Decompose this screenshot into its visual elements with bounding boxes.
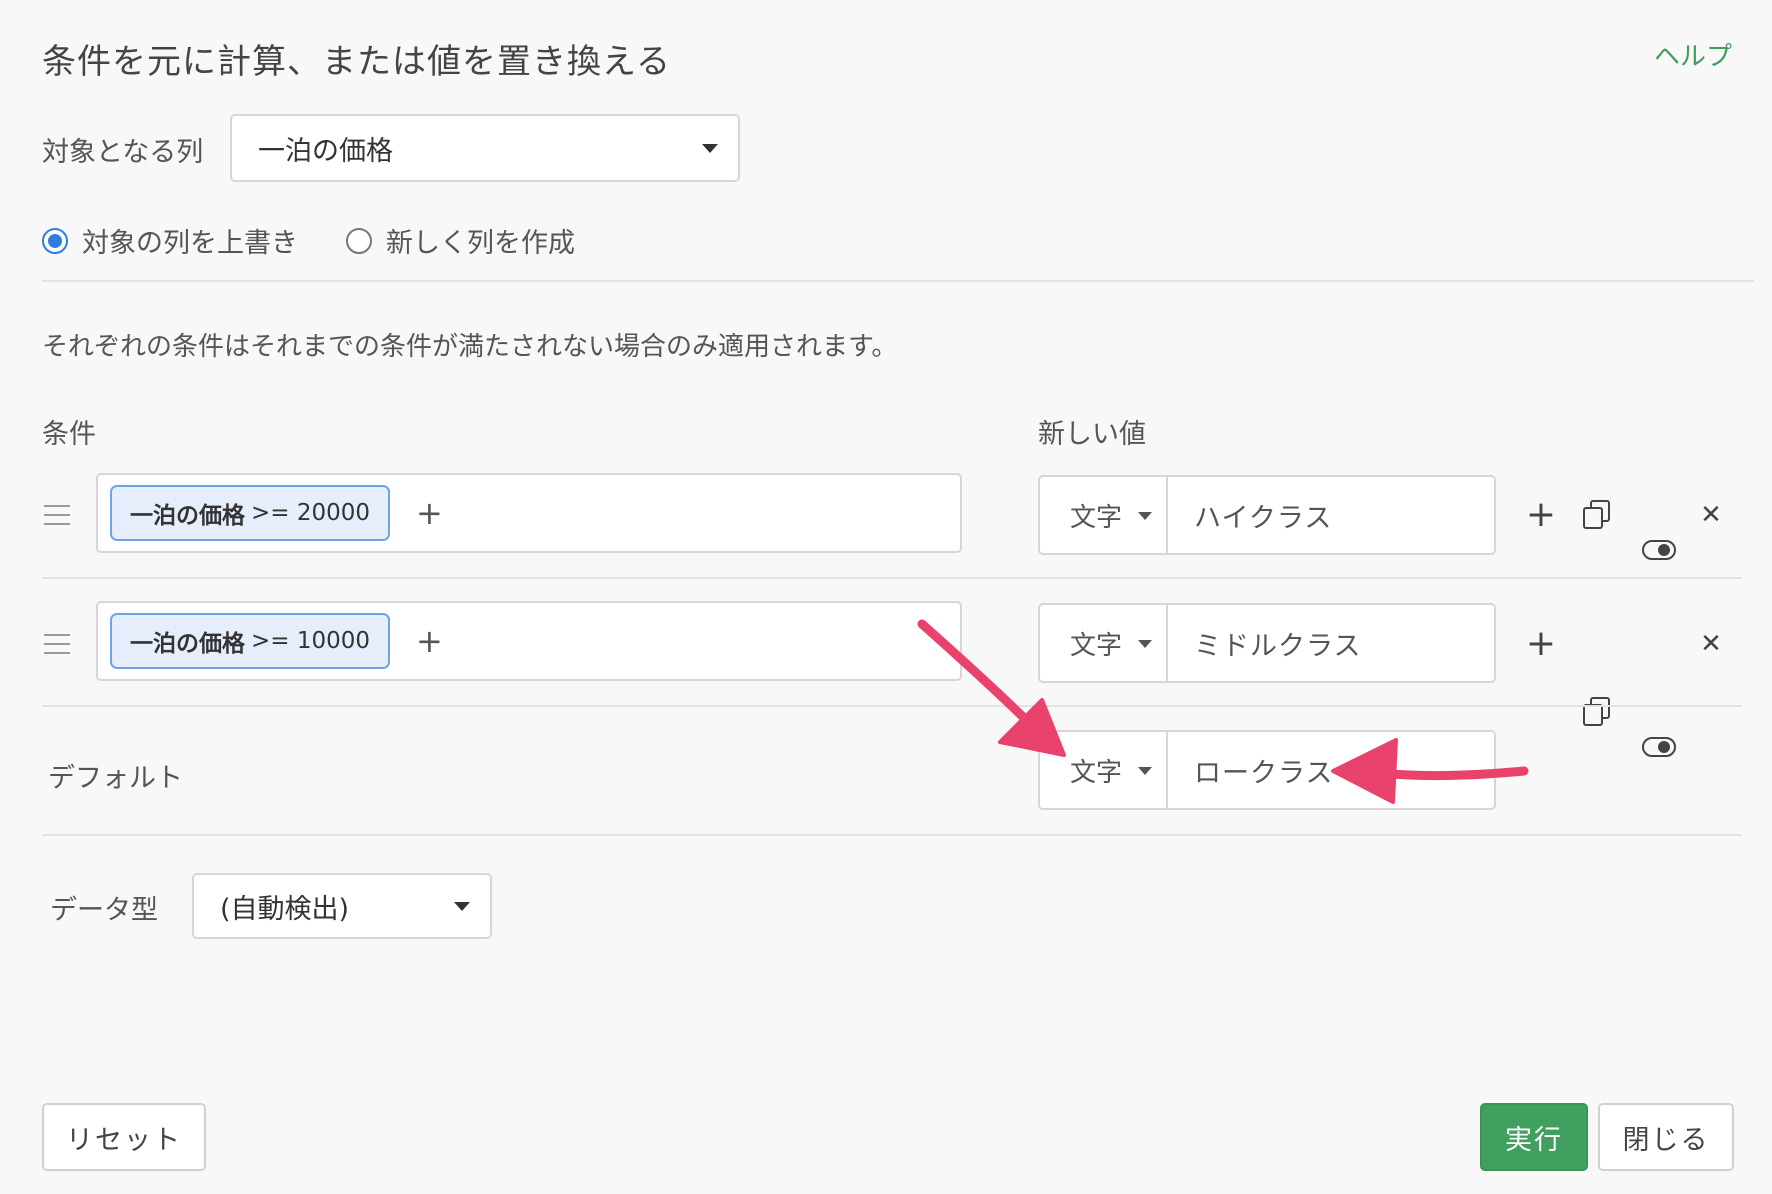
divider: [42, 280, 1754, 282]
data-type-value: (自動検出): [220, 893, 350, 925]
radio-new-column[interactable]: 新しく列を作成: [346, 221, 575, 260]
radio-on-icon: [42, 227, 68, 254]
close-button[interactable]: 閉じる: [1598, 1103, 1734, 1171]
target-column-value: 一泊の価格: [258, 135, 393, 167]
add-rule-icon[interactable]: [1524, 498, 1558, 532]
default-value-input[interactable]: ロークラス: [1168, 732, 1494, 808]
radio-new-column-label: 新しく列を作成: [386, 228, 575, 259]
chevron-down-icon: [454, 902, 470, 911]
default-label: デフォルト: [48, 763, 183, 794]
add-rule-icon[interactable]: [1524, 627, 1558, 661]
copy-icon[interactable]: [1580, 695, 1614, 729]
new-value-field[interactable]: 文字 ハイクラス: [1038, 475, 1496, 555]
add-condition-button[interactable]: +: [416, 622, 443, 660]
value-input[interactable]: ハイクラス: [1168, 477, 1494, 553]
new-value-field[interactable]: 文字 ミドルクラス: [1038, 603, 1496, 683]
condition-expression: >= 10000: [251, 628, 371, 654]
radio-off-icon: [346, 227, 372, 254]
chevron-down-icon: [1138, 767, 1152, 775]
radio-overwrite-label: 対象の列を上書き: [82, 228, 298, 259]
value-type-select[interactable]: 文字: [1040, 732, 1168, 808]
value-type-label: 文字: [1070, 757, 1123, 788]
divider: [42, 834, 1742, 836]
target-column-select[interactable]: 一泊の価格: [230, 114, 740, 182]
drag-handle-icon[interactable]: [44, 634, 70, 661]
condition-header: 条件: [42, 419, 96, 450]
default-value-field[interactable]: 文字 ロークラス: [1038, 730, 1496, 810]
new-value-header: 新しい値: [1038, 419, 1146, 450]
data-type-select[interactable]: (自動検出): [192, 873, 492, 939]
condition-box[interactable]: 一泊の価格 >= 20000 +: [96, 473, 962, 553]
radio-overwrite[interactable]: 対象の列を上書き: [42, 221, 298, 260]
condition-chip[interactable]: 一泊の価格 >= 10000: [110, 613, 391, 669]
toggle-icon[interactable]: [1642, 532, 1676, 566]
condition-column: 一泊の価格: [130, 631, 245, 657]
data-type-label: データ型: [50, 895, 158, 926]
rules-note: それぞれの条件はそれまでの条件が満たされない場合のみ適用されます。: [42, 332, 898, 362]
chevron-down-icon: [1138, 512, 1152, 520]
condition-chip[interactable]: 一泊の価格 >= 20000: [110, 485, 391, 541]
close-icon[interactable]: [1694, 498, 1728, 532]
run-button[interactable]: 実行: [1480, 1103, 1588, 1171]
value-input[interactable]: ミドルクラス: [1168, 605, 1494, 681]
reset-button[interactable]: リセット: [42, 1103, 206, 1171]
toggle-icon[interactable]: [1642, 729, 1676, 763]
target-column-label: 対象となる列: [42, 137, 204, 168]
drag-handle-icon[interactable]: [44, 505, 70, 532]
add-condition-button[interactable]: +: [416, 494, 443, 532]
copy-icon[interactable]: [1580, 498, 1614, 532]
value-type-select[interactable]: 文字: [1040, 605, 1168, 681]
divider: [42, 577, 1742, 579]
close-icon[interactable]: [1694, 627, 1728, 661]
value-type-label: 文字: [1070, 502, 1123, 533]
divider: [42, 705, 1742, 707]
chevron-down-icon: [702, 144, 718, 153]
value-type-select[interactable]: 文字: [1040, 477, 1168, 553]
condition-expression: >= 20000: [251, 500, 371, 526]
dialog-title: 条件を元に計算、または値を置き換える: [42, 42, 671, 82]
condition-column: 一泊の価格: [130, 503, 245, 529]
condition-box[interactable]: 一泊の価格 >= 10000 +: [96, 601, 962, 681]
value-type-label: 文字: [1070, 630, 1123, 661]
chevron-down-icon: [1138, 640, 1152, 648]
help-link[interactable]: ヘルプ: [1654, 36, 1732, 73]
